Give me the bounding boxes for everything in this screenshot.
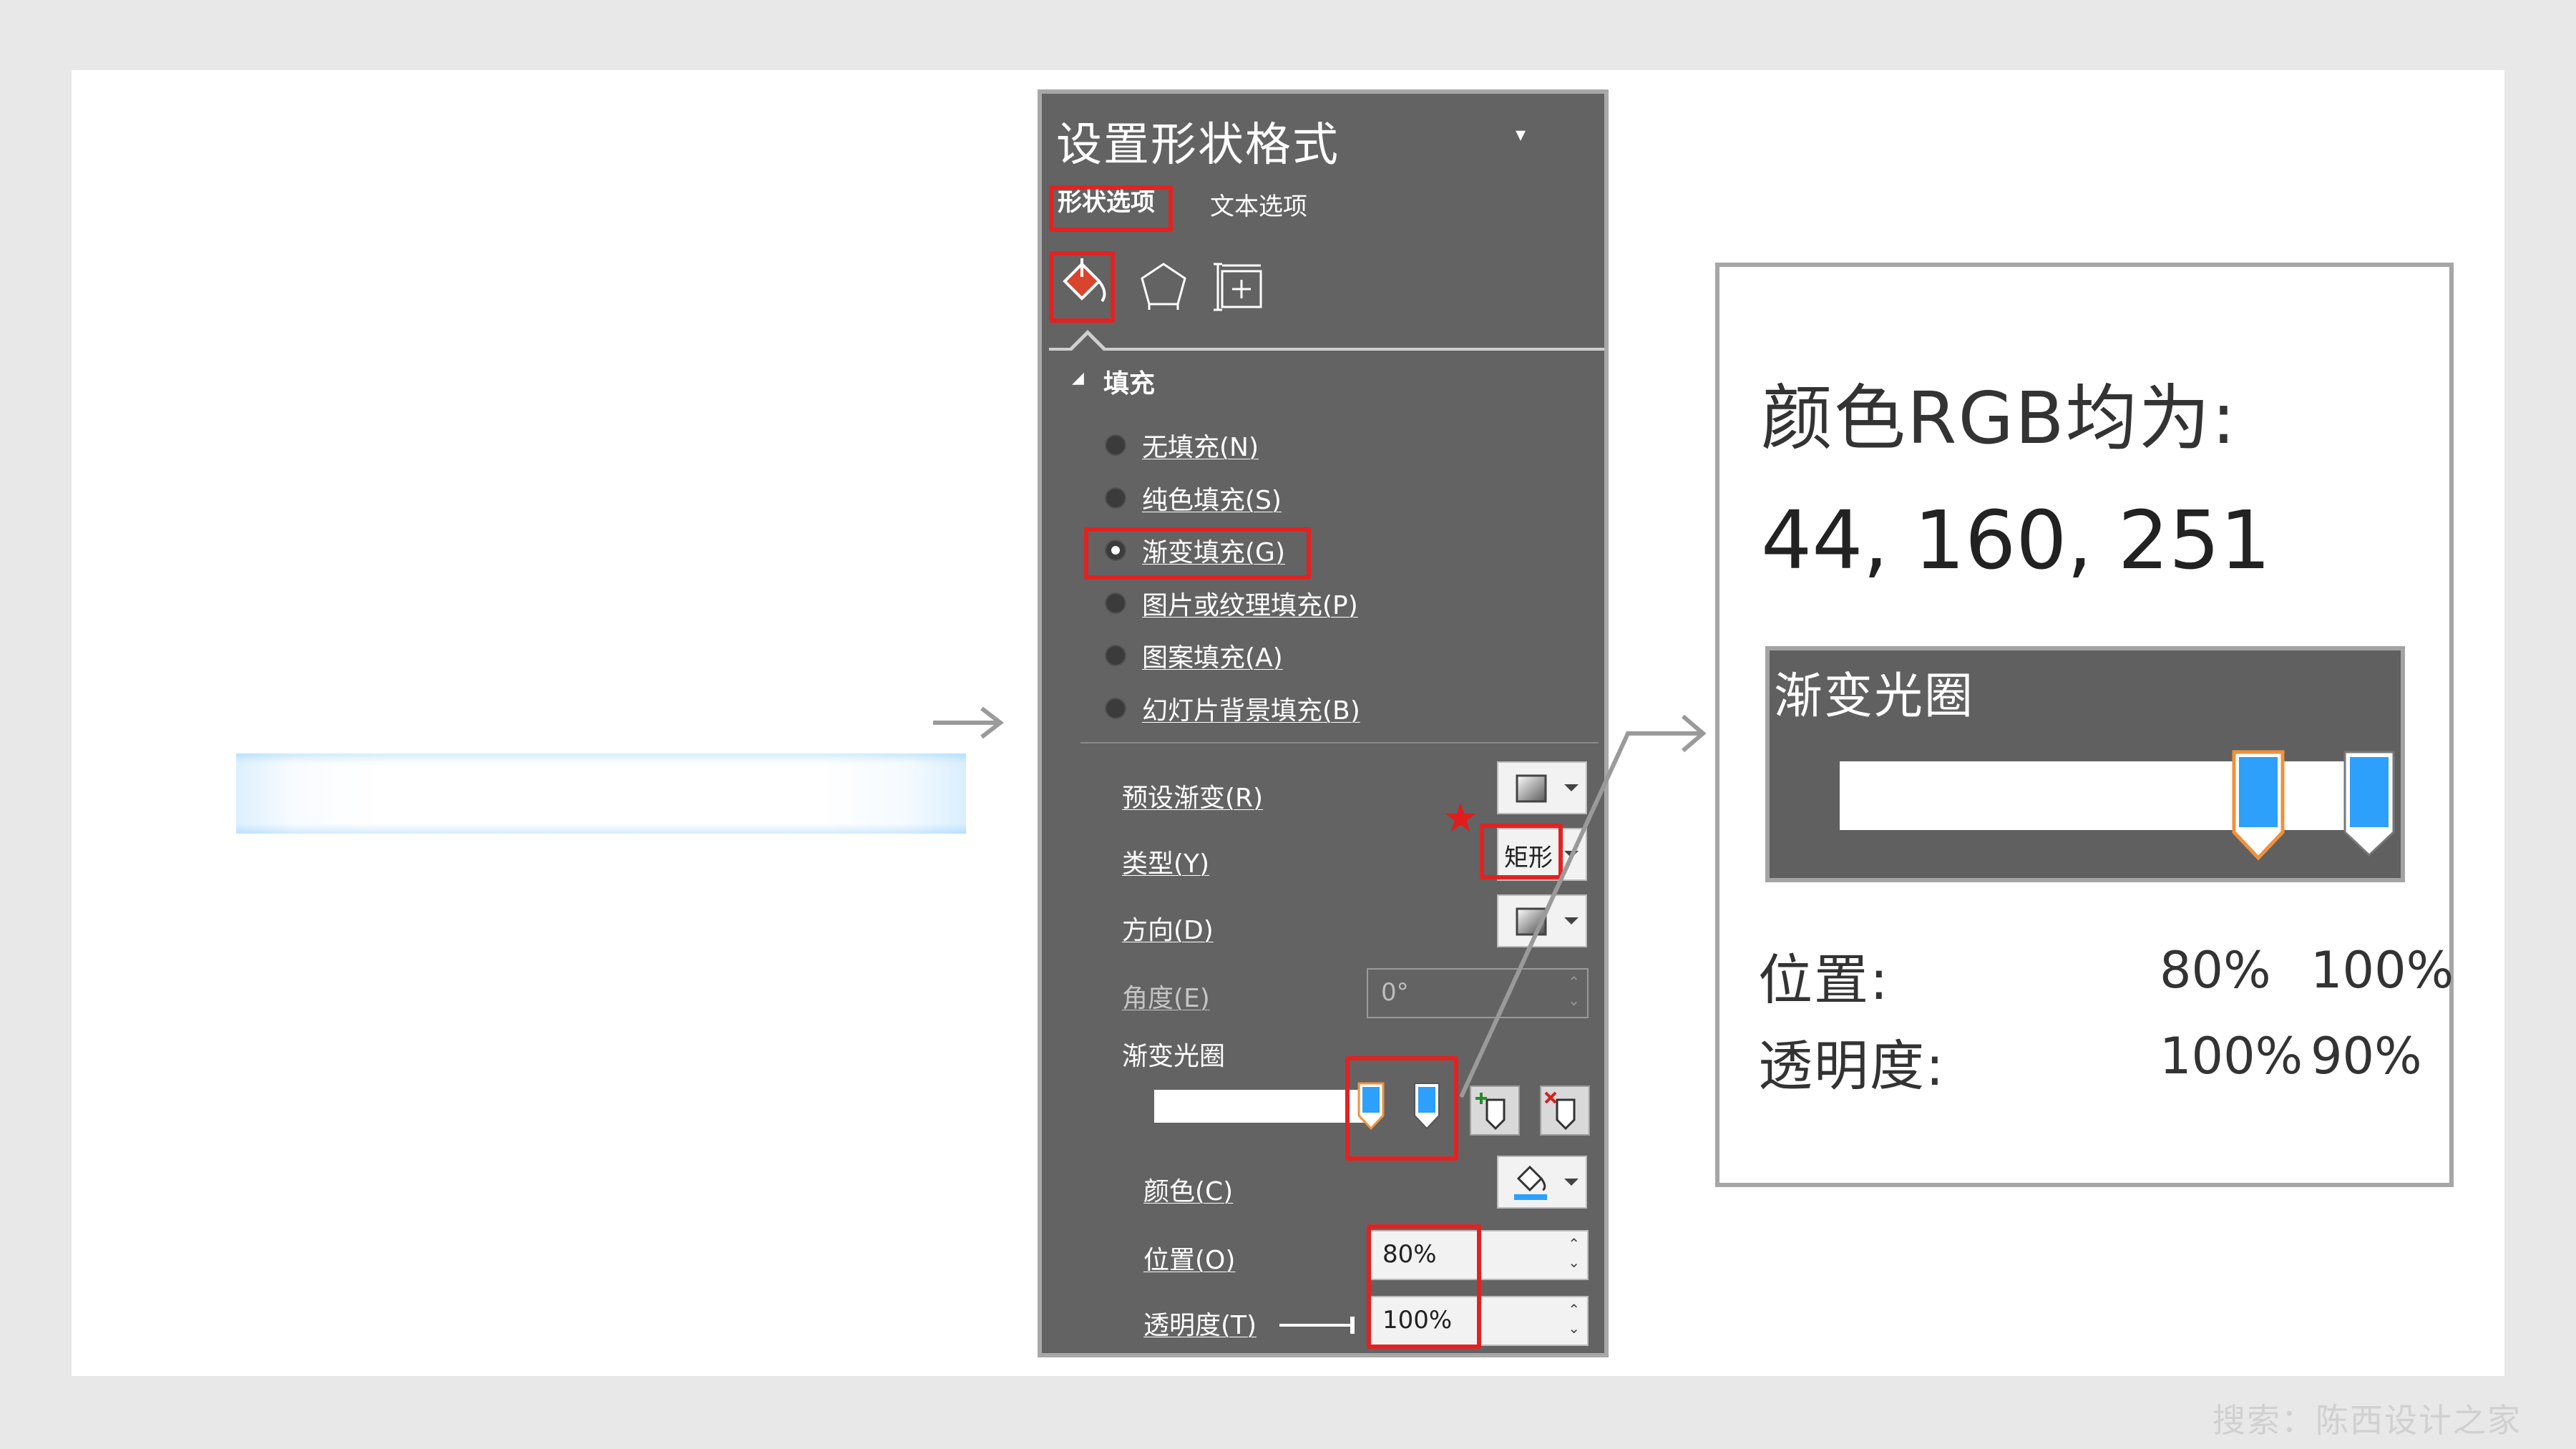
effects-pentagon-icon[interactable] (1135, 257, 1192, 314)
gradient-angle-label: 角度(E) (1122, 984, 1210, 1013)
zoom-stop-fill (2350, 757, 2389, 827)
current-color-bar (1514, 1194, 1547, 1200)
paint-bucket-icon (1514, 1165, 1547, 1200)
tab-caret-inner (1072, 335, 1103, 351)
gradient-stop-fill (1418, 1087, 1435, 1113)
callout-stop1-transparency: 100% (2160, 1027, 2303, 1085)
section-fill-title[interactable]: 填充 (1103, 363, 1155, 400)
tab-text-options[interactable]: 文本选项 (1210, 187, 1307, 222)
watermark-text: 搜索：陈西设计之家 (2212, 1401, 2522, 1440)
preset-gradient-label: 预设渐变(R) (1122, 784, 1264, 813)
zoom-gradient-track (1840, 761, 2389, 830)
transparency-slider[interactable] (1278, 1314, 1357, 1336)
stop-position-label: 位置(O) (1143, 1246, 1236, 1275)
gradient-angle-value: 0° (1381, 978, 1409, 1007)
radio-label: 纯色填充(S) (1142, 486, 1282, 515)
radio-label: 无填充(N) (1142, 433, 1259, 462)
radio-button[interactable] (1105, 645, 1126, 666)
rgb-values: 44, 160, 251 (1761, 494, 2271, 587)
radio-picture-texture-fill[interactable]: 图片或纹理填充(P) (1105, 583, 1358, 623)
radio-label: 图案填充(A) (1142, 643, 1283, 673)
collapse-triangle-icon[interactable]: ◢ (1072, 369, 1084, 387)
callout-stop1-position: 80% (2160, 941, 2271, 1000)
radio-button-selected[interactable] (1105, 540, 1126, 561)
radio-label: 图片或纹理填充(P) (1142, 591, 1358, 620)
size-properties-icon[interactable] (1211, 257, 1268, 314)
chevron-down-icon (1564, 1179, 1579, 1186)
radio-button[interactable] (1105, 487, 1126, 509)
gradient-stops-track[interactable] (1154, 1090, 1369, 1123)
gradient-stop-100[interactable] (1413, 1081, 1441, 1131)
radio-label: 幻灯片背景填充(B) (1142, 696, 1360, 726)
zoom-gradient-stop-80 (2232, 750, 2285, 861)
gradient-stops-zoom: 渐变光圈 (1765, 646, 2405, 882)
fill-line-icon[interactable] (1053, 255, 1111, 313)
callout-stop2-position: 100% (2311, 941, 2454, 1000)
tab-shape-options[interactable]: 形状选项 (1058, 182, 1155, 218)
radio-no-fill[interactable]: 无填充(N) (1105, 425, 1259, 465)
highlight-box (1367, 1224, 1481, 1349)
zoom-stop-fill (2239, 757, 2278, 827)
gradient-stop-80[interactable] (1357, 1081, 1385, 1131)
pane-options-dropdown-icon[interactable]: ▾ (1516, 122, 1526, 146)
radio-gradient-fill[interactable]: 渐变填充(G) (1105, 530, 1285, 570)
pane-title: 设置形状格式 (1056, 119, 1340, 172)
callout-transparency-label: 透明度: (1758, 1034, 1946, 1098)
info-callout: 颜色RGB均为: 44, 160, 251 渐变光圈 位置: 80% 100% … (1715, 263, 2454, 1187)
radio-button[interactable] (1105, 698, 1126, 719)
radio-solid-fill[interactable]: 纯色填充(S) (1105, 478, 1282, 518)
radio-label: 渐变填充(G) (1142, 538, 1285, 567)
radio-pattern-fill[interactable]: 图案填充(A) (1105, 635, 1283, 675)
stop-color-label: 颜色(C) (1143, 1177, 1234, 1206)
stop-color-dropdown[interactable] (1497, 1156, 1587, 1209)
radio-button[interactable] (1105, 592, 1126, 614)
gradient-preview-shape (236, 753, 966, 834)
radio-button[interactable] (1105, 434, 1126, 456)
zoom-gradient-stop-100 (2343, 751, 2395, 857)
radio-slide-background-fill[interactable]: 幻灯片背景填充(B) (1105, 688, 1360, 728)
tab-underline (1049, 348, 1604, 351)
rgb-title: 颜色RGB均为: (1761, 376, 2238, 460)
gradient-type-label: 类型(Y) (1122, 849, 1210, 879)
callout-stop2-transparency: 90% (2311, 1027, 2422, 1085)
gradient-stops-label: 渐变光圈 (1122, 1042, 1226, 1071)
stop-transparency-label: 透明度(T) (1143, 1311, 1257, 1340)
spin-arrows-icon[interactable]: ⌃ ⌄ (1568, 1234, 1580, 1272)
spin-arrows-icon[interactable]: ⌃ ⌄ (1568, 1300, 1580, 1337)
callout-position-label: 位置: (1758, 948, 1890, 1012)
zoom-title: 渐变光圈 (1774, 668, 1975, 725)
gradient-direction-label: 方向(D) (1122, 916, 1214, 945)
gradient-stop-fill (1362, 1087, 1380, 1113)
zoom-pointer-arrow-icon (1459, 714, 1707, 1098)
arrow-right-icon (933, 706, 1004, 739)
